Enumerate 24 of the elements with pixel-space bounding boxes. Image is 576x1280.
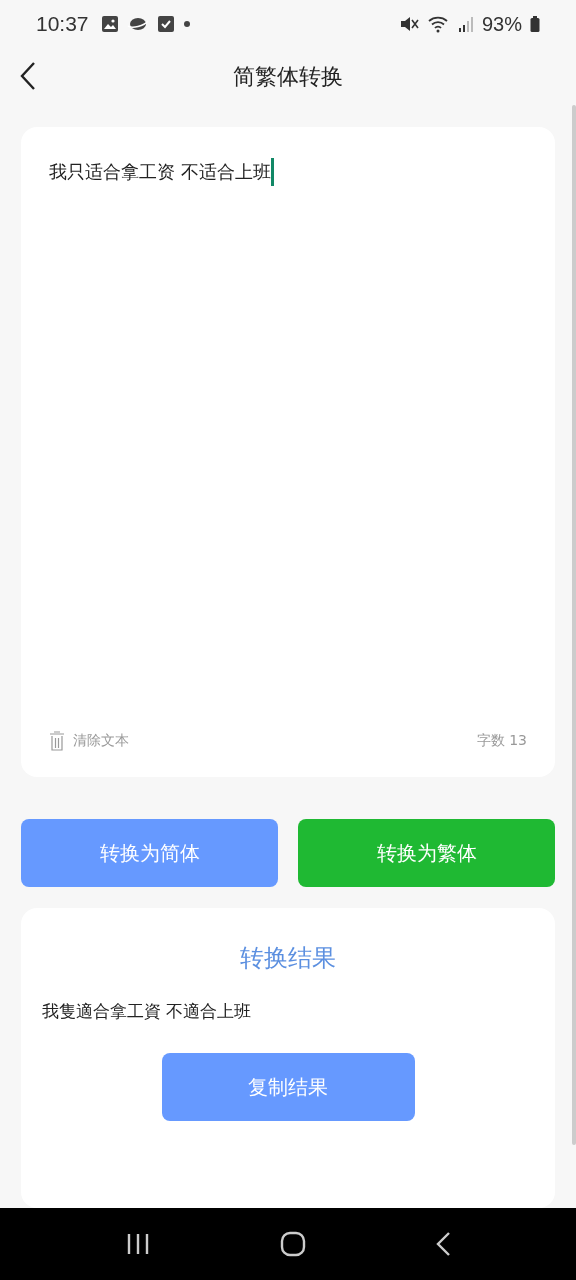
clear-text-button[interactable]: 清除文本 xyxy=(49,731,129,751)
convert-traditional-button[interactable]: 转换为繁体 xyxy=(298,819,555,887)
dot-icon xyxy=(182,20,191,28)
page-title: 简繁体转换 xyxy=(233,62,343,91)
back-nav-icon[interactable] xyxy=(435,1231,452,1257)
result-title: 转换结果 xyxy=(239,943,337,974)
wifi-icon xyxy=(427,15,450,33)
back-icon[interactable] xyxy=(19,61,37,91)
convert-simplified-button[interactable]: 转换为简体 xyxy=(21,819,278,887)
result-text: 我隻適合拿工資 不適合上班 xyxy=(42,1000,253,1023)
checkbox-icon xyxy=(156,15,175,33)
battery-percent: 93% xyxy=(481,12,522,36)
text-cursor xyxy=(270,158,274,186)
signal-icon xyxy=(457,15,474,33)
text-input-field[interactable]: 我只适合拿工资 不适合上班 xyxy=(49,157,527,731)
image-icon xyxy=(100,15,119,33)
planet-icon xyxy=(126,15,149,33)
character-count: 字数 13 xyxy=(476,732,527,750)
trash-icon xyxy=(49,731,65,751)
battery-icon xyxy=(530,15,540,33)
status-time: 10:37 xyxy=(36,12,89,36)
mute-icon xyxy=(399,15,420,33)
home-icon[interactable] xyxy=(280,1231,306,1257)
copy-result-button[interactable]: 复制结果 xyxy=(161,1053,415,1121)
